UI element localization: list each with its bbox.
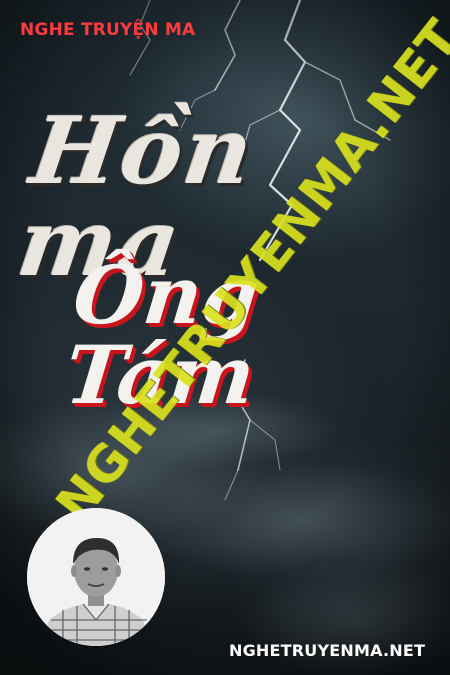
brand-bottom-label: NGHETRUYENMA.NET xyxy=(229,641,426,660)
portrait-image xyxy=(27,508,165,646)
book-cover: NGHE TRUYỆN MA Hồn ma Ông Tám NGHETRUYEN… xyxy=(0,0,450,675)
narrator-avatar xyxy=(27,508,165,646)
brand-top-label: NGHE TRUYỆN MA xyxy=(20,20,196,40)
